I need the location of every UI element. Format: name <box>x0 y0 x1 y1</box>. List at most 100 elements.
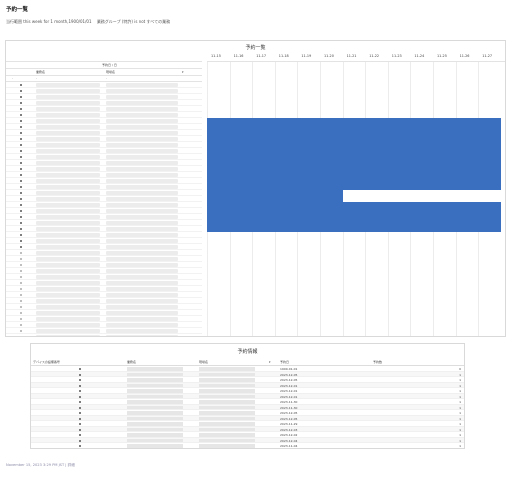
device-name-cell <box>36 191 100 195</box>
info-place-cell <box>199 438 255 442</box>
place-name-cell <box>106 281 178 285</box>
place-name-cell <box>106 125 178 129</box>
device-name-cell <box>36 275 100 279</box>
row-bullet-icon <box>20 180 22 182</box>
place-name-cell <box>106 317 178 321</box>
info-date-cell: 2023-11-04 <box>280 444 298 448</box>
timeline-grid[interactable] <box>207 62 505 336</box>
info-date-cell: 2023-11-30 <box>280 405 298 410</box>
schedule-row[interactable] <box>6 334 202 336</box>
booking-block[interactable] <box>207 118 501 232</box>
device-name-cell <box>36 269 100 273</box>
info-count-cell: 1 <box>459 411 461 415</box>
info-place-cell <box>199 411 255 415</box>
row-bullet-icon <box>20 216 22 218</box>
info-date-cell: 2023-12-05 <box>280 411 298 415</box>
info-name-header[interactable]: 業務名 <box>127 360 136 364</box>
info-count-cell: 1 <box>459 405 461 410</box>
device-name-cell <box>36 131 100 135</box>
info-place-cell <box>199 405 255 409</box>
info-name-cell <box>127 405 183 409</box>
info-date-cell: 2023-12-04 <box>280 438 298 443</box>
row-bullet-icon <box>20 252 22 254</box>
row-bullet-icon <box>20 126 22 128</box>
device-name-cell <box>36 299 100 303</box>
row-bullet-icon <box>20 300 22 302</box>
sort-chevron-icon[interactable]: ▾ <box>182 70 184 74</box>
info-date-header[interactable]: 予約日 <box>280 360 289 364</box>
row-bullet-icon <box>20 246 22 248</box>
filter-date-range[interactable]: 当行範囲 this week for 1 month,1900/01/01 <box>6 19 92 24</box>
reservation-info-panel: 予約情報 デバイスの設備番号 業務名 現場名 ▾ 予約日 予約数 1900-01… <box>30 343 465 449</box>
place-name-cell <box>106 89 178 93</box>
place-name-cell <box>106 227 178 231</box>
device-name-cell <box>36 137 100 141</box>
device-name-cell <box>36 245 100 249</box>
row-bullet-icon <box>79 390 81 392</box>
info-name-cell <box>127 389 183 393</box>
place-name-cell <box>106 323 178 327</box>
timeline-date-label: 11-24 <box>414 54 425 58</box>
info-name-cell <box>127 367 183 371</box>
device-name-cell <box>36 95 100 99</box>
place-name-cell <box>106 113 178 117</box>
row-bullet-icon <box>79 379 81 381</box>
row-bullet-icon <box>20 258 22 260</box>
info-date-cell: 2023-12-01 <box>280 394 298 399</box>
row-bullet-icon <box>20 306 22 308</box>
schedule-subheader: 予約日 / 日 <box>6 62 202 69</box>
row-bullet-icon <box>20 162 22 164</box>
row-bullet-icon <box>20 186 22 188</box>
place-name-cell <box>106 263 178 267</box>
info-place-cell <box>199 444 255 448</box>
info-count-header[interactable]: 予約数 <box>373 360 382 364</box>
device-name-cell <box>36 227 100 231</box>
info-table-row[interactable]: 2023-11-04 1 <box>31 443 464 448</box>
row-bullet-icon <box>79 401 81 403</box>
reserved-date-header[interactable]: 予約日 / 日 <box>102 63 117 67</box>
place-name-cell <box>106 275 178 279</box>
device-name-cell <box>36 311 100 315</box>
row-bullet-icon <box>20 312 22 314</box>
row-bullet-icon <box>79 423 81 425</box>
timeline-date-header: 11-15 11-16 11-17 11-18 11-19 11-20 11-21 11-22… <box>207 51 505 62</box>
row-bullet-icon <box>20 240 22 242</box>
filter-summary[interactable]: 当行範囲 this week for 1 month,1900/01/01 業務… <box>6 19 174 25</box>
row-bullet-icon <box>79 428 81 431</box>
schedule-panel: 予約一覧 予約日 / 日 業務名 現場名 ▾ --- 11-15 11-16 11-… <box>5 40 506 337</box>
footer-timestamp: November 15, 2023 3:29 PM JST | 詳細 <box>6 463 75 467</box>
info-place-cell <box>199 378 255 382</box>
row-bullet-icon <box>20 120 22 122</box>
info-date-cell: 2023-12-01 <box>280 389 298 393</box>
row-bullet-icon <box>20 264 22 266</box>
info-table-header: デバイスの設備番号 業務名 現場名 ▾ 予約日 予約数 <box>31 358 464 366</box>
filter-group[interactable]: 業務グループ (特許) is not すべての業務 <box>97 19 170 24</box>
place-name-cell <box>106 149 178 153</box>
row-bullet-icon <box>20 204 22 206</box>
info-rows: 1900-01-01 0 2023-12-05 1 2023-12-05 1 2023-12… <box>31 366 464 448</box>
info-place-header[interactable]: 現場名 <box>199 360 208 364</box>
place-name-cell <box>106 233 178 237</box>
info-name-cell <box>127 444 183 448</box>
place-name-cell <box>106 95 178 99</box>
device-name-cell <box>36 317 100 321</box>
device-name-cell <box>36 287 100 291</box>
place-column-header[interactable]: 現場名 <box>106 70 115 74</box>
info-name-cell <box>127 438 183 442</box>
row-bullet-icon <box>20 138 22 140</box>
info-name-cell <box>127 372 183 376</box>
device-name-cell <box>36 119 100 123</box>
place-name-cell <box>106 179 178 183</box>
row-bullet-icon <box>20 150 22 152</box>
device-name-cell <box>36 335 100 336</box>
info-name-cell <box>127 394 183 398</box>
device-column-header[interactable]: 業務名 <box>36 70 45 74</box>
info-device-header[interactable]: デバイスの設備番号 <box>33 360 60 364</box>
sort-chevron-icon[interactable]: ▾ <box>269 360 271 364</box>
row-bullet-icon <box>20 96 22 98</box>
info-date-cell: 2023-12-02 <box>280 433 298 437</box>
device-name-cell <box>36 173 100 177</box>
info-date-cell: 2023-11-30 <box>280 400 298 404</box>
device-name-cell <box>36 215 100 219</box>
place-name-cell <box>106 269 178 273</box>
